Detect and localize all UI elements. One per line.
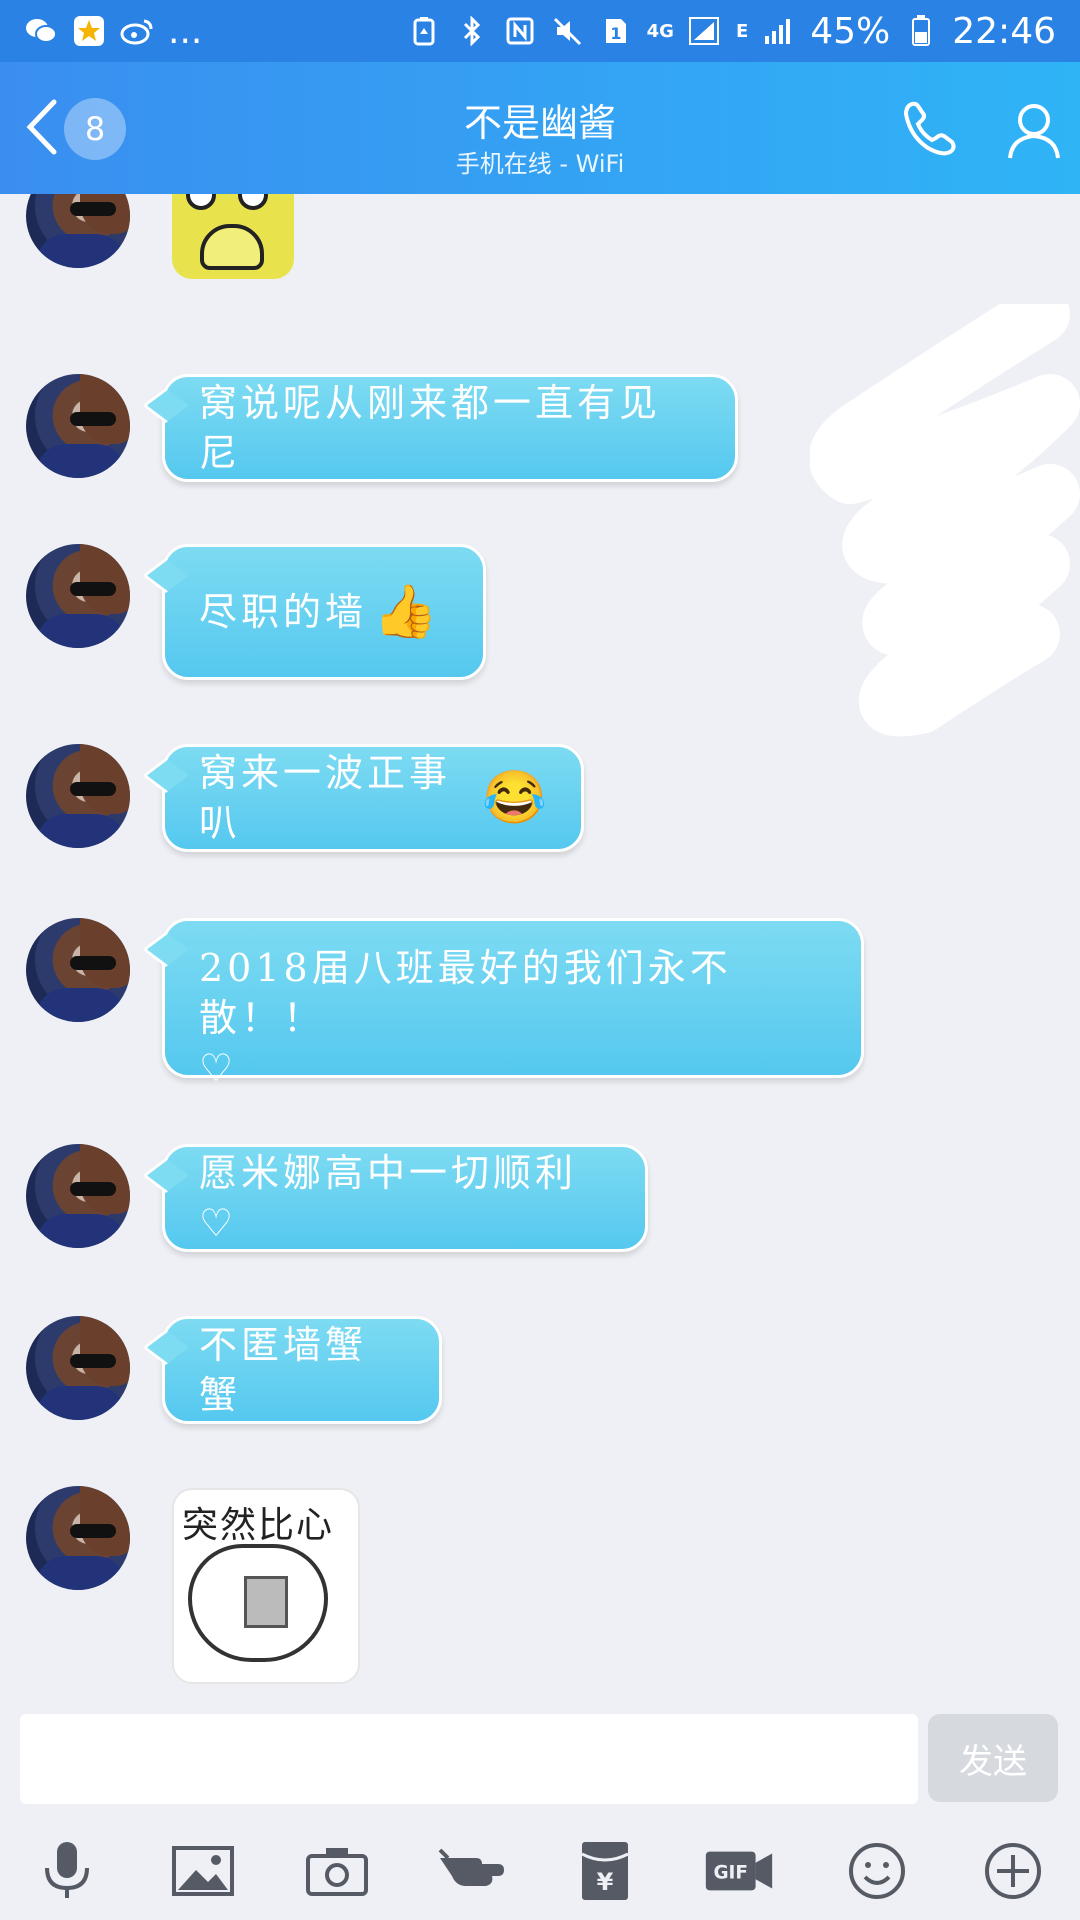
message-text: 窝来一波正事叭 [199,751,452,845]
shocked-dog-sticker[interactable] [172,194,294,279]
avatar[interactable] [26,918,130,1022]
send-button[interactable]: 发送 [928,1714,1058,1802]
image-icon[interactable] [168,1836,238,1906]
gif-icon[interactable]: GIF [704,1836,774,1906]
message-bubble[interactable]: 愿米娜高中一切顺利♡ [162,1144,648,1252]
svg-text:GIF: GIF [713,1862,748,1883]
nfc-icon [503,16,537,46]
weibo-icon [120,16,154,46]
input-toolbar: ¥ GIF [0,1822,1080,1920]
mute-icon [551,16,585,46]
red-packet-icon[interactable]: ¥ [570,1836,640,1906]
poke-hand-icon[interactable] [436,1836,506,1906]
composer: 发送 ¥ GIF [0,1704,1080,1920]
avatar[interactable] [26,374,130,478]
message-text: 愿米娜高中一切顺利♡ [199,1151,578,1245]
avatar[interactable] [26,1486,130,1590]
message-input[interactable] [20,1714,918,1804]
message-text: 尽职的墙 [199,590,368,634]
signal-icon-sim1 [688,16,722,46]
person-icon [1008,104,1060,159]
message-text-line2: ♡ [199,1046,238,1090]
message-bubble[interactable]: 窝说呢从刚来都一直有见尼 [162,374,738,482]
message-bubble[interactable]: 窝来一波正事叭 😂 [162,744,584,852]
microphone-icon[interactable] [32,1836,102,1906]
wechat-icon [24,16,58,46]
laughing-tears-icon: 😂 [482,768,547,828]
star-app-icon [72,16,106,46]
message-bubble[interactable]: 尽职的墙 👍 [162,544,486,680]
heart-shape [188,1544,328,1662]
heart-sticker[interactable]: 突然比心 [172,1488,360,1684]
redaction-scribble [810,304,1080,737]
network-type-e: E [735,20,749,42]
battery-percent: 45% [810,10,891,52]
message-text: 不匿墙蟹蟹 [199,1323,368,1417]
avatar[interactable] [26,544,130,648]
chat-header: 8 不是幽酱 手机在线 - WiFi [0,62,1080,194]
bluetooth-icon [455,16,489,46]
avatar[interactable] [26,194,130,268]
svg-text:¥: ¥ [597,1868,614,1896]
message-text: 2018届八班最好的我们永不散！！ [199,946,732,1040]
call-button[interactable] [898,96,964,162]
avatar[interactable] [26,1316,130,1420]
battery-saver-icon [407,16,441,46]
clock: 22:46 [952,10,1056,52]
status-bar-left: ... [24,11,202,52]
status-bar-right: 1 4G E 45% 22:46 [407,11,1056,52]
camera-icon[interactable] [302,1836,372,1906]
avatar[interactable] [26,1144,130,1248]
avatar[interactable] [26,744,130,848]
thumbs-up-icon: 👍 [373,582,438,642]
network-type-4g: 4G [646,20,674,42]
message-list[interactable]: 窝说呢从刚来都一直有见尼 尽职的墙 👍 窝来一波正事叭 😂 2018届八班最好的… [0,194,1080,1704]
emoji-icon[interactable] [842,1836,912,1906]
plus-icon[interactable] [978,1836,1048,1906]
svg-text:1: 1 [610,24,621,43]
more-notifications: ... [168,10,203,52]
message-bubble[interactable]: 不匿墙蟹蟹 [162,1316,442,1424]
profile-button[interactable] [1004,98,1064,162]
signal-icon-sim2 [762,16,796,46]
status-bar: ... 1 4G E 45% 22:46 [0,0,1080,62]
sim-slot-icon: 1 [599,16,633,46]
battery-icon [904,15,938,46]
phone-icon [903,101,956,156]
pixelated-face [244,1576,288,1628]
message-text: 窝说呢从刚来都一直有见尼 [199,381,662,475]
sticker-caption: 突然比心 [182,1505,335,1546]
message-bubble[interactable]: 2018届八班最好的我们永不散！！ ♡ [162,918,864,1090]
